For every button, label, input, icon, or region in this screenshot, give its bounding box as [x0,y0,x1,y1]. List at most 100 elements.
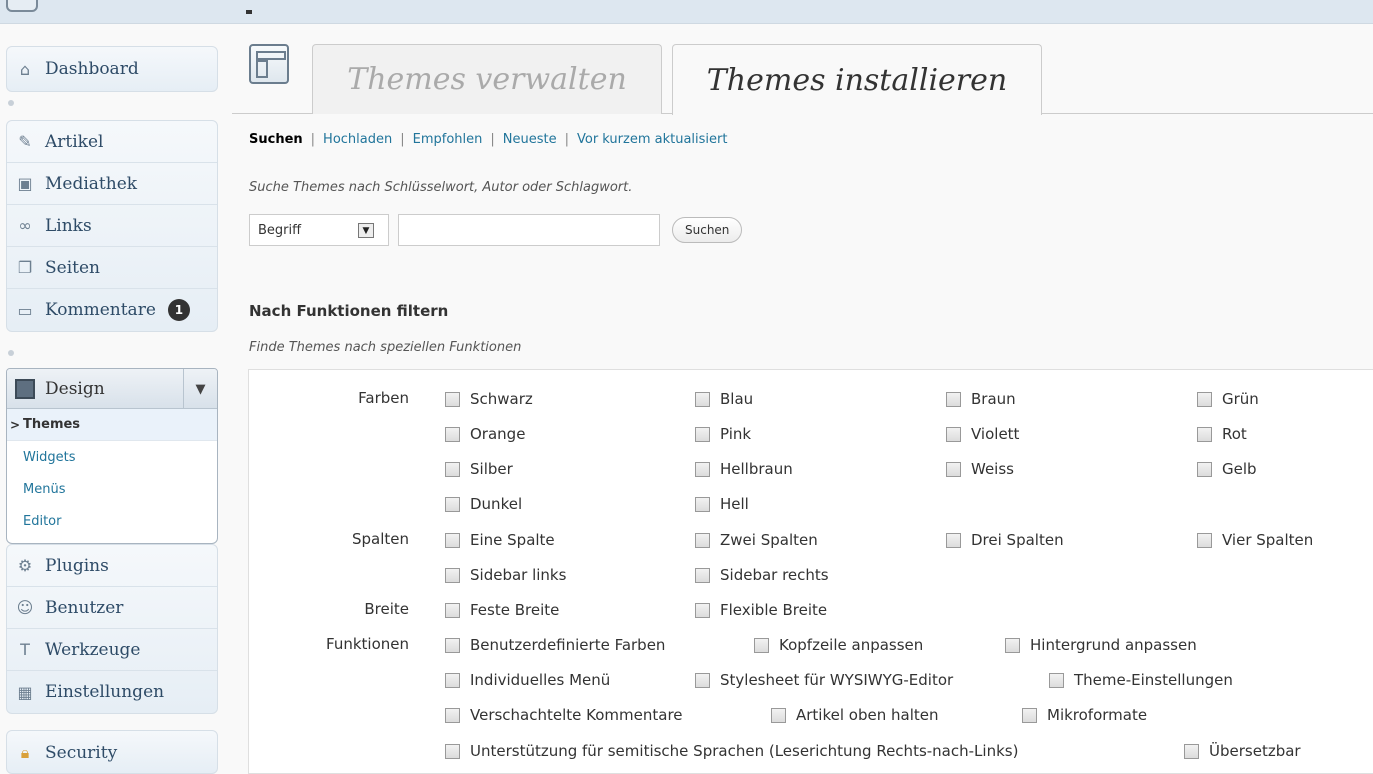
checkbox-box[interactable] [445,496,460,512]
checkbox-hintergrund-anpassen[interactable]: Hintergrund anpassen [1005,636,1197,654]
checkbox-box[interactable] [445,391,460,407]
checkbox-gelb[interactable]: Gelb [1197,460,1257,478]
subnav-hochladen[interactable]: Hochladen [323,132,392,147]
checkbox-zwei-spalten[interactable]: Zwei Spalten [695,531,818,549]
checkbox-verschachtelte-kommentare[interactable]: Verschachtelte Kommentare [445,706,683,724]
checkbox-box[interactable] [1184,743,1199,759]
checkbox-hell[interactable]: Hell [695,495,749,513]
checkbox-box[interactable] [771,707,786,723]
search-input[interactable] [398,214,660,246]
checkbox-mikroformate[interactable]: Mikroformate [1022,706,1147,724]
checkbox-box[interactable] [1197,426,1212,442]
checkbox-kopfzeile-anpassen[interactable]: Kopfzeile anpassen [754,636,923,654]
logo-icon[interactable] [6,0,38,12]
checkbox-box[interactable] [1022,707,1037,723]
tab-themes-verwalten[interactable]: Themes verwalten [312,44,662,114]
checkbox-schwarz[interactable]: Schwarz [445,390,533,408]
checkbox-label: Hellbraun [720,460,793,478]
checkbox-box[interactable] [445,426,460,442]
checkbox-label: Benutzerdefinierte Farben [470,636,666,654]
checkbox-box[interactable] [946,426,961,442]
checkbox-flexible-breite[interactable]: Flexible Breite [695,601,827,619]
checkbox-box[interactable] [1005,637,1020,653]
submenu-item-editor[interactable]: Editor [7,505,217,537]
checkbox-box[interactable] [445,532,460,548]
checkbox-silber[interactable]: Silber [445,460,513,478]
settings-icon: ▦ [17,682,33,702]
checkbox-orange[interactable]: Orange [445,425,525,443]
dropdown-arrow-icon[interactable]: ▼ [358,223,374,238]
checkbox-eine-spalte[interactable]: Eine Spalte [445,531,555,549]
checkbox-violett[interactable]: Violett [946,425,1019,443]
checkbox-box[interactable] [445,672,460,688]
checkbox-uebersetzbar[interactable]: Übersetzbar [1184,742,1301,760]
checkbox-drei-spalten[interactable]: Drei Spalten [946,531,1064,549]
search-type-select[interactable]: Begriff ▼ [249,214,389,246]
submenu-item-themes[interactable]: Themes [7,409,217,441]
search-button[interactable]: Suchen [672,217,743,243]
checkbox-artikel-oben-halten[interactable]: Artikel oben halten [771,706,938,724]
checkbox-box[interactable] [695,496,710,512]
checkbox-box[interactable] [695,602,710,618]
submenu-item-widgets[interactable]: Widgets [7,441,217,473]
checkbox-semitische-sprachen[interactable]: Unterstützung für semitische Sprachen (L… [445,742,1018,760]
sidebar-item-seiten[interactable]: ❐ Seiten [7,247,217,289]
checkbox-pink[interactable]: Pink [695,425,751,443]
checkbox-individuelles-menue[interactable]: Individuelles Menü [445,671,610,689]
checkbox-theme-einstellungen[interactable]: Theme-Einstellungen [1049,671,1233,689]
menu-group-design: Design ▼ Themes Widgets Menüs Editor [6,368,218,544]
checkbox-box[interactable] [445,602,460,618]
tab-themes-installieren[interactable]: Themes installieren [672,44,1042,115]
chevron-down-icon[interactable]: ▼ [183,369,217,409]
checkbox-dunkel[interactable]: Dunkel [445,495,522,513]
checkbox-rot[interactable]: Rot [1197,425,1247,443]
subnav-neueste[interactable]: Neueste [503,132,557,147]
checkbox-feste-breite[interactable]: Feste Breite [445,601,559,619]
checkbox-box[interactable] [695,567,710,583]
comment-icon: ▭ [17,300,33,320]
checkbox-box[interactable] [695,532,710,548]
checkbox-box[interactable] [754,637,769,653]
checkbox-box[interactable] [695,426,710,442]
checkbox-box[interactable] [695,461,710,477]
sidebar-item-benutzer[interactable]: ☺ Benutzer [7,587,217,629]
subnav-vor-kurzem-aktualisiert[interactable]: Vor kurzem aktualisiert [577,132,728,147]
checkbox-hellbraun[interactable]: Hellbraun [695,460,793,478]
sidebar-item-werkzeuge[interactable]: T Werkzeuge [7,629,217,671]
checkbox-blau[interactable]: Blau [695,390,753,408]
sidebar-item-plugins[interactable]: ⚙ Plugins [7,545,217,587]
checkbox-box[interactable] [1049,672,1064,688]
checkbox-box[interactable] [946,461,961,477]
checkbox-box[interactable] [695,391,710,407]
checkbox-weiss[interactable]: Weiss [946,460,1014,478]
checkbox-sidebar-rechts[interactable]: Sidebar rechts [695,566,829,584]
sidebar-item-security[interactable]: 🔒︎ Security [7,731,217,773]
subnav-suchen[interactable]: Suchen [249,132,303,147]
checkbox-box[interactable] [445,461,460,477]
sidebar-item-einstellungen[interactable]: ▦ Einstellungen [7,671,217,713]
checkbox-box[interactable] [445,743,460,759]
checkbox-box[interactable] [946,532,961,548]
checkbox-vier-spalten[interactable]: Vier Spalten [1197,531,1313,549]
checkbox-sidebar-links[interactable]: Sidebar links [445,566,566,584]
sidebar-item-kommentare[interactable]: ▭ Kommentare 1 [7,289,217,331]
checkbox-box[interactable] [445,637,460,653]
sidebar-item-mediathek[interactable]: ▣ Mediathek [7,163,217,205]
checkbox-box[interactable] [946,391,961,407]
checkbox-benutzerdefinierte-farben[interactable]: Benutzerdefinierte Farben [445,636,665,654]
sidebar-item-design[interactable]: Design ▼ [7,369,217,409]
sidebar-item-dashboard[interactable]: ⌂ Dashboard [7,47,217,91]
checkbox-box[interactable] [445,567,460,583]
checkbox-box[interactable] [1197,461,1212,477]
sidebar-item-artikel[interactable]: ✎ Artikel [7,121,217,163]
checkbox-box[interactable] [1197,532,1212,548]
checkbox-gruen[interactable]: Grün [1197,390,1259,408]
submenu-item-menus[interactable]: Menüs [7,473,217,505]
checkbox-box[interactable] [445,707,460,723]
checkbox-stylesheet-wysiwyg[interactable]: Stylesheet für WYSIWYG-Editor [695,671,953,689]
checkbox-box[interactable] [695,672,710,688]
subnav-empfohlen[interactable]: Empfohlen [413,132,483,147]
checkbox-box[interactable] [1197,391,1212,407]
sidebar-item-links[interactable]: ∞ Links [7,205,217,247]
checkbox-braun[interactable]: Braun [946,390,1016,408]
